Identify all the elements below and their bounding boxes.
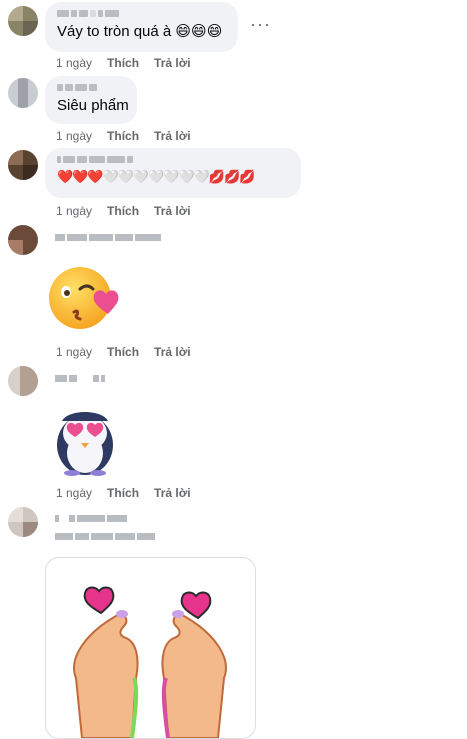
comment-actions: 1 ngày Thích Trả lời — [56, 56, 191, 70]
avatar[interactable] — [8, 6, 38, 36]
finger-hearts-sticker-card[interactable] — [45, 557, 256, 739]
more-options-icon[interactable]: ··· — [250, 14, 271, 35]
timestamp[interactable]: 1 ngày — [56, 345, 92, 359]
avatar[interactable] — [8, 78, 38, 108]
heart-icon — [83, 586, 115, 615]
avatar[interactable] — [8, 366, 38, 396]
comment-actions: 1 ngày Thích Trả lời — [56, 486, 191, 500]
avatar[interactable] — [8, 150, 38, 180]
right-hand-shape — [161, 614, 227, 738]
comment-bubble: Siêu phẩm — [45, 76, 137, 124]
reply-button[interactable]: Trả lời — [154, 56, 191, 70]
comment-text-blurred — [55, 533, 155, 540]
avatar[interactable] — [8, 225, 38, 255]
reaction-emoji-text: ❤️❤️❤️🤍🤍🤍🤍🤍🤍🤍💋💋💋 — [57, 170, 255, 185]
like-button[interactable]: Thích — [107, 204, 139, 218]
reply-button[interactable]: Trả lời — [154, 345, 191, 359]
author-name-blurred[interactable] — [55, 515, 127, 522]
reply-button[interactable]: Trả lời — [154, 204, 191, 218]
author-name-blurred[interactable] — [57, 10, 226, 19]
timestamp[interactable]: 1 ngày — [56, 204, 92, 218]
finger-hearts-sticker — [73, 586, 227, 738]
comment-text: Váy to tròn quá à 😄😄😄 — [57, 22, 223, 40]
left-hand-shape — [73, 614, 139, 738]
timestamp[interactable]: 1 ngày — [56, 129, 92, 143]
author-name-blurred[interactable] — [55, 234, 161, 241]
avatar[interactable] — [8, 507, 38, 537]
author-name-blurred[interactable] — [57, 156, 289, 165]
author-name-blurred[interactable] — [57, 84, 125, 93]
comment-actions: 1 ngày Thích Trả lời — [56, 129, 191, 143]
comment-text: Siêu phẩm — [57, 97, 129, 114]
timestamp[interactable]: 1 ngày — [56, 486, 92, 500]
reply-button[interactable]: Trả lời — [154, 129, 191, 143]
comment-actions: 1 ngày Thích Trả lời — [56, 204, 191, 218]
timestamp[interactable]: 1 ngày — [56, 56, 92, 70]
penguin-heart-eyes-sticker[interactable] — [52, 403, 118, 477]
grinning-face-emoji: 😄😄😄 — [175, 22, 223, 40]
reply-button[interactable]: Trả lời — [154, 486, 191, 500]
like-button[interactable]: Thích — [107, 345, 139, 359]
heart-icon — [180, 591, 212, 620]
comment-bubble: Váy to tròn quá à 😄😄😄 — [45, 2, 238, 52]
like-button[interactable]: Thích — [107, 486, 139, 500]
like-button[interactable]: Thích — [107, 129, 139, 143]
like-button[interactable]: Thích — [107, 56, 139, 70]
comment-actions: 1 ngày Thích Trả lời — [56, 345, 191, 359]
comment-bubble: ❤️❤️❤️🤍🤍🤍🤍🤍🤍🤍💋💋💋 — [45, 148, 301, 198]
author-name-blurred[interactable] — [55, 375, 105, 382]
kissing-heart-emoji-sticker[interactable] — [46, 262, 126, 332]
